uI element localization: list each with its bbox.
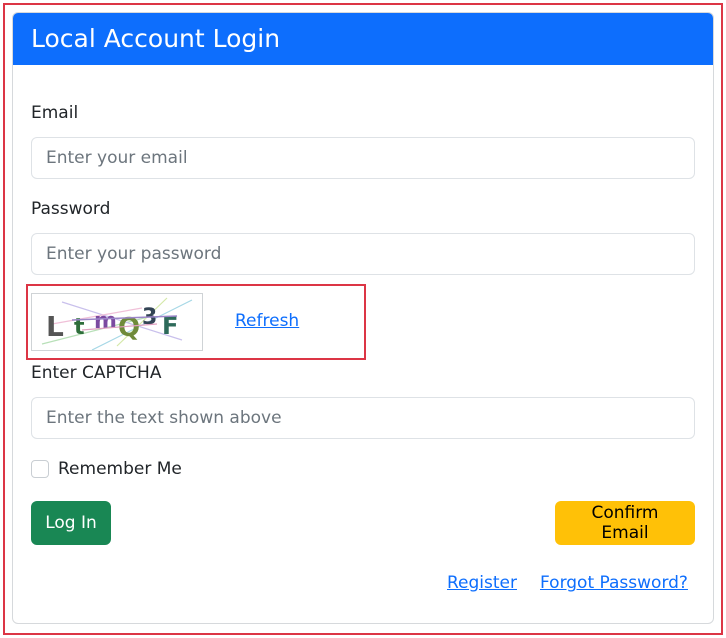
captcha-char: t [74, 315, 85, 340]
forgot-password-link[interactable]: Forgot Password? [540, 573, 688, 593]
confirm-email-button[interactable]: Confirm Email [555, 501, 695, 545]
remember-me-label: Remember Me [58, 459, 182, 479]
card-header-title: Local Account Login [13, 13, 713, 65]
password-label: Password [31, 199, 111, 219]
remember-me-checkbox[interactable] [31, 460, 49, 478]
email-input[interactable] [31, 137, 695, 179]
login-card: Local Account Login Email Password L t m… [12, 12, 714, 624]
password-input[interactable] [31, 233, 695, 275]
remember-me-row[interactable]: Remember Me [31, 459, 182, 479]
register-link[interactable]: Register [447, 573, 517, 593]
captcha-char: m [94, 309, 117, 334]
email-label: Email [31, 103, 79, 123]
captcha-input[interactable] [31, 397, 695, 439]
captcha-char: L [46, 310, 64, 343]
captcha-refresh-link[interactable]: Refresh [235, 311, 299, 331]
login-button[interactable]: Log In [31, 501, 111, 545]
captcha-label: Enter CAPTCHA [31, 363, 162, 383]
captcha-image: L t m Q 3 F [31, 293, 203, 351]
